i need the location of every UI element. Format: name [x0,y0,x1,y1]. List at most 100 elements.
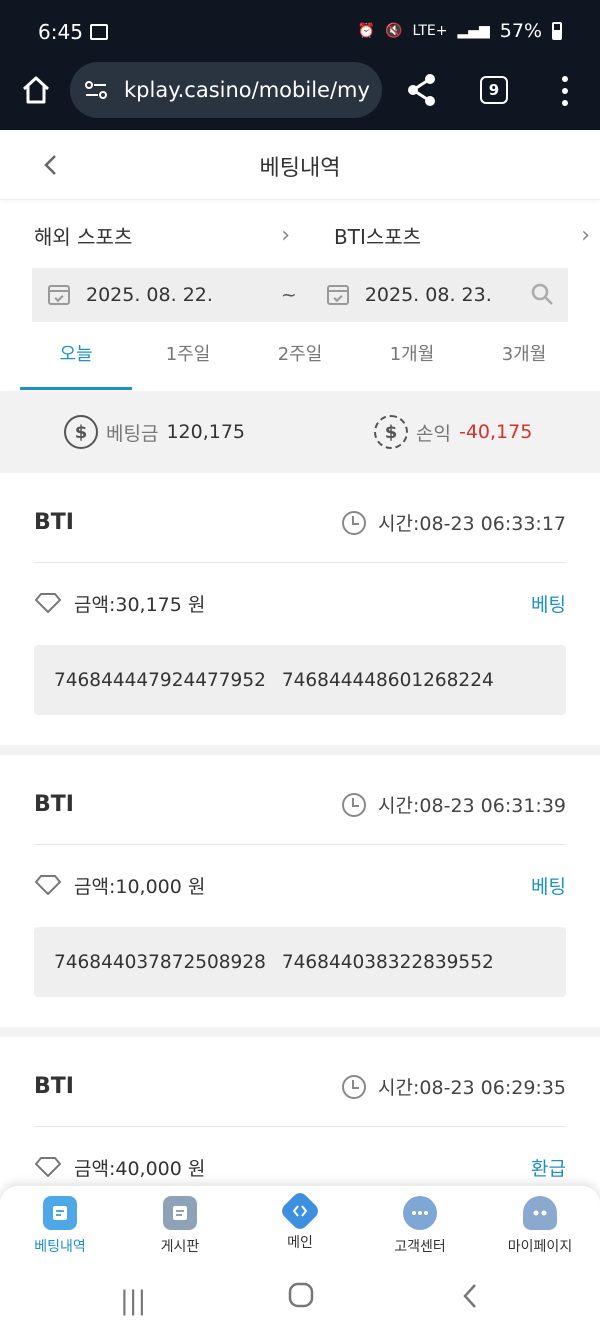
bet-time: 시간:08-23 06:29:35 [342,1073,566,1100]
calendar-icon[interactable] [48,285,70,305]
dollar-coin-icon: $ [64,415,98,449]
bet-amount-row: 금액:10,000 원 베팅 [34,855,566,915]
bet-status: 베팅 [531,593,566,616]
bet-amount: 금액:40,000 원 [74,1157,206,1180]
category-selector[interactable]: 해외 스포츠 › [34,212,290,258]
bet-total-value: 120,175 [166,421,246,443]
system-navigation-bar: ||| [0,1266,600,1333]
status-icons: ⏰ 🔇 LTE+ ▂▄▆ 57% [358,20,562,42]
bet-card-header: BTI 시간:08-23 06:31:39 [34,765,566,845]
bet-card[interactable]: BTI 시간:08-23 06:33:17 금액:30,175 원 베팅 746… [0,483,600,745]
nav-label: 고객센터 [394,1239,446,1255]
recent-apps-icon[interactable]: ||| [120,1286,146,1316]
home-button-icon[interactable] [288,1282,314,1315]
more-menu-icon[interactable] [556,76,574,106]
tab-2-weeks[interactable]: 2주일 [244,332,356,388]
date-from-field[interactable]: 2025. 08. 22. [86,284,213,306]
nav-label: 마이페이지 [507,1239,573,1255]
nav-mypage[interactable]: 마이페이지 [480,1186,600,1266]
clock-icon [342,792,367,817]
category-label: 해외 스포츠 [34,224,133,249]
site-settings-icon[interactable] [84,80,108,100]
bet-total-label: 베팅금 [106,422,159,445]
filter-selectors: 해외 스포츠 › BTI스포츠 › [0,212,600,258]
bet-ids: 746844037872508928 746844038322839552 [34,927,566,997]
betting-summary: $ 베팅금 120,175 $ 손익 -40,175 [0,391,600,473]
bet-time: 시간:08-23 06:31:39 [342,791,566,818]
bet-card[interactable]: BTI 시간:08-23 06:29:35 금액:40,000 원 환급 [0,1047,600,1186]
status-time: 6:45 [38,20,83,44]
alarm-icon: ⏰ [357,23,376,39]
bet-amount-row: 금액:30,175 원 베팅 [34,573,566,633]
board-icon [163,1196,197,1230]
period-tabs: 오늘 1주일 2주일 1개월 3개월 [20,332,580,390]
tab-today[interactable]: 오늘 [20,332,132,390]
page-header: 베팅내역 [0,130,600,200]
clock-icon [342,510,367,535]
bet-amount: 금액:30,175 원 [74,593,206,616]
bet-ids: 746844447924477952 746844448601268224 [34,645,566,715]
bet-card-header: BTI 시간:08-23 06:33:17 [34,483,566,563]
share-icon[interactable] [404,72,440,108]
bottom-navigation: 베팅내역 게시판 메인 고객센터 마이페이지 [0,1186,600,1266]
clock-icon [342,1074,367,1099]
bet-provider: BTI [34,510,74,535]
bet-id: 746844038322839552 [281,951,494,973]
tab-switcher-button[interactable]: 9 [480,76,508,104]
nav-board[interactable]: 게시판 [120,1186,240,1266]
chevron-right-icon: › [581,222,590,248]
search-icon[interactable] [530,282,554,306]
tab-1-week[interactable]: 1주일 [132,332,244,388]
bet-provider: BTI [34,792,74,817]
tab-1-month[interactable]: 1개월 [356,332,468,388]
date-range-bar: 2025. 08. 22. ~ 2025. 08. 23. [32,268,568,322]
betting-history-icon [43,1196,77,1230]
date-to-field[interactable]: 2025. 08. 23. [365,284,492,306]
nav-support[interactable]: 고객센터 [360,1186,480,1266]
status-bar: 6:45 ⏰ 🔇 LTE+ ▂▄▆ 57% [0,0,600,62]
nav-main[interactable]: 메인 [240,1186,360,1266]
nav-label: 메인 [287,1235,313,1251]
profit-loss: $ 손익 -40,175 [374,415,532,449]
tab-3-months[interactable]: 3개월 [468,332,580,388]
bet-card[interactable]: BTI 시간:08-23 06:31:39 금액:10,000 원 베팅 746… [0,765,600,1027]
calendar-icon[interactable] [326,285,349,305]
battery-level: 57% [499,20,542,42]
gallery-notification-icon [90,24,108,40]
bet-amount: 금액:10,000 원 [74,875,206,898]
bet-card-header: BTI 시간:08-23 06:29:35 [34,1047,566,1127]
main-icon [278,1189,322,1233]
provider-selector[interactable]: BTI스포츠 › [334,212,590,258]
bet-amount-row: 금액:40,000 원 환급 [34,1137,566,1186]
nav-label: 베팅내역 [34,1239,86,1255]
profit-loss-label: 손익 [416,422,451,445]
network-type: LTE+ [412,23,448,39]
back-nav-icon[interactable] [460,1282,480,1317]
bet-time-text: 시간:08-23 06:29:35 [378,1077,566,1099]
card-divider [0,1027,600,1037]
nav-label: 게시판 [160,1239,200,1255]
bet-id: 746844448601268224 [281,669,494,691]
address-bar[interactable]: kplay.casino/mobile/my [70,62,382,118]
mute-icon: 🔇 [385,23,403,39]
chevron-right-icon: › [281,222,290,248]
provider-label: BTI스포츠 [334,224,422,249]
bet-time-text: 시간:08-23 06:31:39 [378,795,566,817]
diamond-icon [34,593,62,613]
support-chat-icon [403,1196,437,1230]
mypage-icon [523,1196,557,1230]
profit-chart-icon: $ [374,415,408,449]
bet-total: $ 베팅금 120,175 [64,415,245,449]
url-text: kplay.casino/mobile/my [124,78,370,102]
card-divider [0,745,600,755]
nav-betting-history[interactable]: 베팅내역 [0,1186,120,1266]
page-title: 베팅내역 [259,156,341,181]
home-icon[interactable] [20,74,52,106]
bet-time-text: 시간:08-23 06:33:17 [378,513,566,535]
bet-provider: BTI [34,1074,74,1099]
diamond-icon [34,875,62,895]
bet-time: 시간:08-23 06:33:17 [342,509,566,536]
signal-icon: ▂▄▆ [457,23,490,39]
profit-loss-value: -40,175 [458,421,533,443]
bet-id: 746844037872508928 [54,951,266,973]
